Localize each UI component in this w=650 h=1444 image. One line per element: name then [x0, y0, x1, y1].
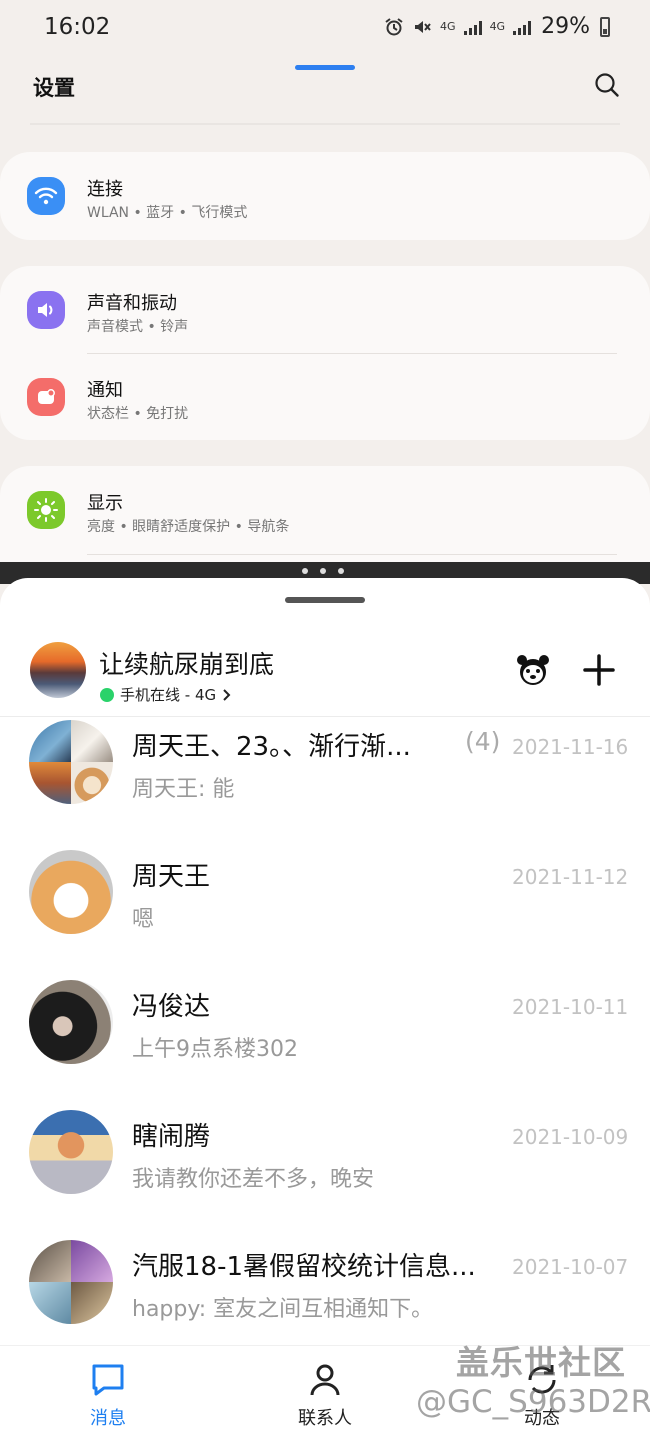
pet-icon	[517, 655, 549, 685]
conversation-name: 瞎闹腾	[132, 1122, 211, 1152]
avatar	[29, 1110, 113, 1194]
online-status[interactable]: 手机在线 - 4G	[100, 684, 232, 705]
conversation-preview: happy: 室友之间互相通知下。	[132, 1297, 434, 1322]
battery-icon	[600, 16, 610, 37]
settings-card-display: 显示 亮度 • 眼睛舒适度保护 • 导航条	[0, 466, 650, 566]
row-title: 显示	[87, 493, 123, 514]
row-title: 连接	[87, 179, 123, 200]
status-time: 16:02	[44, 14, 111, 40]
row-subtitle: 亮度 • 眼睛舒适度保护 • 导航条	[87, 519, 290, 535]
title-divider	[30, 123, 620, 125]
conversation-item[interactable]: 瞎闹腾 2021-10-09 我请教你还差不多，晚安	[0, 1108, 650, 1238]
row-subtitle: WLAN • 蓝牙 • 飞行模式	[87, 205, 248, 221]
conversation-name: 周天王、23。、渐行渐...	[132, 732, 411, 762]
settings-row-notifications[interactable]: 通知 状态栏 • 免打扰	[0, 361, 650, 441]
tab-messages[interactable]: 消息	[58, 1360, 158, 1430]
pet-button[interactable]	[514, 651, 552, 689]
person-icon	[310, 1364, 340, 1396]
conversation-preview: 嗯	[132, 907, 155, 932]
mute-icon	[415, 20, 431, 33]
alarm-icon	[385, 17, 403, 35]
row-divider	[87, 353, 617, 354]
conversation-date: 2021-10-09	[512, 1125, 629, 1149]
header-divider	[0, 716, 650, 717]
conversation-preview: 我请教你还差不多，晚安	[132, 1167, 375, 1192]
group-avatar	[29, 720, 113, 804]
settings-card-connections: 连接 WLAN • 蓝牙 • 飞行模式	[0, 152, 650, 240]
wifi-icon	[27, 177, 65, 215]
status-bar: 16:02 4G 4G 29%	[0, 0, 650, 58]
settings-row-display[interactable]: 显示 亮度 • 眼睛舒适度保护 • 导航条	[0, 474, 650, 554]
tab-label: 消息	[90, 1408, 126, 1429]
plus-icon	[583, 654, 615, 686]
avatar	[29, 850, 113, 934]
network-4g-label: 4G	[440, 20, 456, 33]
row-subtitle: 状态栏 • 免打扰	[87, 406, 189, 422]
avatar[interactable]	[30, 642, 86, 698]
brightness-icon	[27, 491, 65, 529]
search-button[interactable]	[592, 70, 622, 100]
page-title: 设置	[33, 76, 75, 100]
conversation-date: 2021-11-16	[512, 735, 629, 759]
signal-icon-2	[513, 19, 532, 35]
online-dot-icon	[100, 687, 114, 702]
message-icon	[92, 1364, 124, 1396]
online-status-label: 手机在线 - 4G	[120, 686, 217, 704]
search-icon	[595, 73, 619, 97]
row-divider	[87, 554, 617, 555]
volume-icon	[27, 291, 65, 329]
panel-grab-handle[interactable]	[285, 597, 365, 603]
network-4g-label-2: 4G	[489, 20, 506, 33]
conversation-name: 汽服18-1暑假留校统计信息...	[132, 1252, 476, 1282]
signal-icon	[463, 19, 482, 35]
split-screen-handle[interactable]	[302, 568, 344, 574]
unread-count: (4)	[465, 727, 501, 756]
row-subtitle: 声音模式 • 铃声	[87, 319, 189, 335]
conversation-item[interactable]: 冯俊达 2021-10-11 上午9点系楼302	[0, 978, 650, 1108]
tab-contacts[interactable]: 联系人	[275, 1360, 375, 1430]
watermark-handle: @GC_S963D2R	[416, 1384, 650, 1420]
add-button[interactable]	[580, 651, 618, 689]
conversation-name: 冯俊达	[132, 992, 211, 1022]
conversation-preview: 上午9点系楼302	[132, 1037, 298, 1062]
status-icons: 4G 4G 29%	[384, 14, 610, 39]
conversation-date: 2021-10-07	[512, 1255, 629, 1279]
avatar	[29, 980, 113, 1064]
profile-name[interactable]: 让续航尿崩到底	[99, 645, 274, 681]
conversation-date: 2021-11-12	[512, 865, 629, 889]
tab-label: 联系人	[298, 1408, 352, 1429]
conversation-name: 周天王	[132, 862, 211, 892]
split-focus-indicator	[295, 65, 355, 70]
settings-row-connections[interactable]: 连接 WLAN • 蓝牙 • 飞行模式	[0, 160, 650, 240]
battery-percent: 29%	[541, 14, 590, 39]
conversation-item[interactable]: 周天王、23。、渐行渐... (4) 2021-11-16 周天王: 能	[0, 718, 650, 848]
row-title: 声音和振动	[87, 293, 177, 314]
notification-icon	[27, 378, 65, 416]
chevron-right-icon	[223, 688, 231, 701]
conversation-date: 2021-10-11	[512, 995, 629, 1019]
settings-card-sound-notifications: 声音和振动 声音模式 • 铃声 通知 状态栏 • 免打扰	[0, 266, 650, 440]
settings-row-sound[interactable]: 声音和振动 声音模式 • 铃声	[0, 274, 650, 354]
conversation-preview: 周天王: 能	[132, 777, 235, 802]
group-avatar	[29, 1240, 113, 1324]
watermark-title: 盖乐世社区	[456, 1343, 626, 1382]
row-title: 通知	[87, 380, 123, 401]
conversation-item[interactable]: 周天王 2021-11-12 嗯	[0, 848, 650, 978]
